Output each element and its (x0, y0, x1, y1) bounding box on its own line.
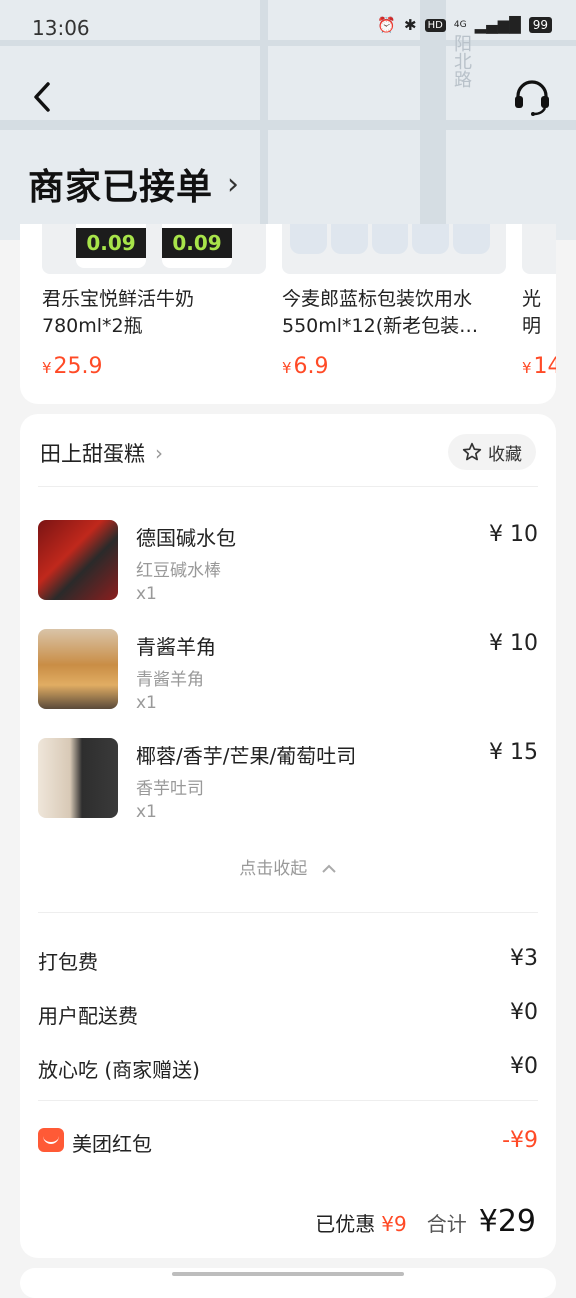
signal-icon: ▂▄▆█ (474, 16, 521, 34)
red-packet-value: -¥9 (502, 1128, 538, 1153)
status-bar: 13:06 ⏰ ✱ HD 4G ▂▄▆█ 99 (0, 0, 576, 60)
item-name: 德国碱水包 (136, 526, 236, 550)
product-price: ¥25.9 (42, 354, 103, 379)
packing-fee-row: 打包费 ¥3 (38, 946, 538, 975)
item-price: ¥ 15 (489, 740, 538, 765)
red-packet-label: 美团红包 (72, 1132, 152, 1156)
item-quantity: x1 (136, 802, 157, 822)
bluetooth-icon: ✱ (404, 16, 417, 34)
delivery-fee-row: 用户配送费 ¥0 (38, 1000, 538, 1029)
star-icon (462, 442, 482, 461)
product-name: 今麦郎蓝标包装饮用水550ml*12(新老包装… (282, 288, 479, 337)
product-image (282, 224, 506, 274)
product-price: ¥14 (522, 354, 556, 379)
fee-value: ¥3 (510, 946, 538, 971)
shop-name: 田上甜蛋糕 (40, 442, 145, 466)
discount-label: 已优惠 (315, 1212, 376, 1236)
status-time: 13:06 (32, 16, 90, 40)
item-spec: 香芋吐司 (136, 779, 204, 799)
fee-label: 放心吃 (商家赠送) (38, 1058, 200, 1082)
item-image (38, 520, 118, 600)
page-title: 商家已接单 (28, 167, 214, 208)
total-value: ¥29 (478, 1204, 536, 1239)
item-image (38, 738, 118, 818)
fee-label: 打包费 (38, 950, 98, 974)
product-image (522, 224, 556, 274)
item-quantity: x1 (136, 693, 157, 713)
divider (38, 486, 538, 487)
safety-fee-row: 放心吃 (商家赠送) ¥0 (38, 1054, 538, 1083)
customer-service-icon[interactable] (512, 78, 552, 116)
chevron-right-icon: › (227, 166, 240, 202)
hd-icon: HD (424, 18, 446, 32)
item-spec: 青酱羊角 (136, 670, 204, 690)
home-indicator[interactable] (172, 1272, 404, 1276)
item-image (38, 629, 118, 709)
discount-value: ¥9 (381, 1212, 407, 1236)
favorite-label: 收藏 (488, 444, 522, 465)
total-label: 合计 (426, 1212, 467, 1236)
battery-icon: 99 (528, 17, 552, 33)
divider (38, 1100, 538, 1101)
order-status-title[interactable]: 商家已接单 › (28, 158, 239, 210)
product-image: 0.09 0.09 (42, 224, 266, 274)
product-name: 光明乳9 (522, 288, 542, 337)
item-name: 椰蓉/香芋/芒果/葡萄吐司 (136, 744, 357, 768)
fee-value: ¥0 (510, 1054, 538, 1079)
order-item[interactable]: 青酱羊角 青酱羊角 x1 ¥ 10 (38, 629, 538, 719)
item-price: ¥ 10 (489, 522, 538, 547)
chevron-right-icon: › (155, 441, 163, 465)
fee-label: 用户配送费 (38, 1004, 138, 1028)
order-summary: 已优惠 ¥9 合计 ¥29 (315, 1204, 536, 1239)
collapse-label: 点击收起 (239, 859, 308, 879)
network-label: 4G (453, 19, 467, 30)
fee-value: ¥0 (510, 1000, 538, 1025)
item-name: 青酱羊角 (136, 635, 216, 659)
product-price: ¥6.9 (282, 354, 329, 379)
alarm-icon: ⏰ (377, 16, 397, 34)
order-item[interactable]: 德国碱水包 红豆碱水棒 x1 ¥ 10 (38, 520, 538, 610)
recommendation-card: 0.09 0.09 君乐宝悦鲜活牛奶780ml*2瓶 ¥25.9 今麦郎蓝标包装… (20, 224, 556, 404)
order-item[interactable]: 椰蓉/香芋/芒果/葡萄吐司 香芋吐司 x1 ¥ 15 (38, 738, 538, 828)
shop-link[interactable]: 田上甜蛋糕 › (40, 438, 163, 468)
red-packet-row: 美团红包 -¥9 (72, 1128, 538, 1157)
favorite-button[interactable]: 收藏 (448, 434, 536, 470)
collapse-button[interactable]: 点击收起 (20, 854, 556, 879)
item-spec: 红豆碱水棒 (136, 561, 221, 581)
red-packet-icon (38, 1128, 64, 1152)
divider (38, 912, 538, 913)
product-name: 君乐宝悦鲜活牛奶780ml*2瓶 (42, 288, 195, 337)
chevron-up-icon (321, 864, 336, 873)
order-card: 田上甜蛋糕 › 收藏 德国碱水包 红豆碱水棒 x1 ¥ 10 青酱羊角 青酱羊角… (20, 414, 556, 1258)
back-icon[interactable] (28, 80, 58, 114)
item-price: ¥ 10 (489, 631, 538, 656)
item-quantity: x1 (136, 584, 157, 604)
